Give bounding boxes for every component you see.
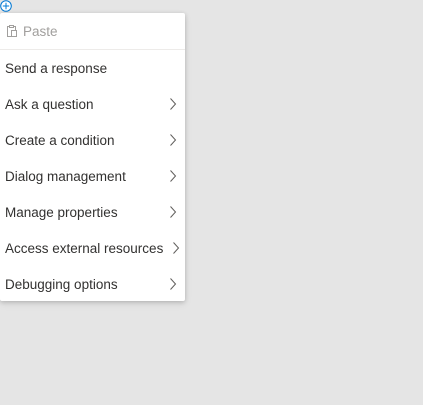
menu-item-dialog-management[interactable]: Dialog management [0, 158, 185, 194]
chevron-right-icon [170, 134, 177, 146]
chevron-right-icon [170, 206, 177, 218]
menu-item-label: Create a condition [5, 132, 115, 148]
menu-item-label: Manage properties [5, 204, 118, 220]
menu-item-paste[interactable]: Paste [0, 13, 185, 49]
canvas-background: Paste Send a response Ask a question Cre… [0, 0, 423, 405]
context-menu: Paste Send a response Ask a question Cre… [0, 13, 185, 301]
plus-icon[interactable] [0, 0, 12, 12]
menu-item-label: Paste [23, 23, 58, 39]
clipboard-icon [5, 24, 19, 38]
menu-item-send-response[interactable]: Send a response [0, 50, 185, 86]
menu-item-label: Debugging options [5, 276, 118, 292]
menu-item-access-external-resources[interactable]: Access external resources [0, 230, 185, 266]
menu-item-create-condition[interactable]: Create a condition [0, 122, 185, 158]
menu-item-label: Send a response [5, 60, 108, 76]
menu-item-manage-properties[interactable]: Manage properties [0, 194, 185, 230]
menu-item-ask-question[interactable]: Ask a question [0, 86, 185, 122]
chevron-right-icon [170, 98, 177, 110]
menu-item-label: Dialog management [5, 168, 126, 184]
chevron-right-icon [170, 170, 177, 182]
menu-item-label: Access external resources [5, 240, 164, 256]
menu-item-debugging-options[interactable]: Debugging options [0, 266, 185, 302]
chevron-right-icon [170, 278, 177, 290]
menu-item-label: Ask a question [5, 96, 94, 112]
chevron-right-icon [173, 242, 180, 254]
